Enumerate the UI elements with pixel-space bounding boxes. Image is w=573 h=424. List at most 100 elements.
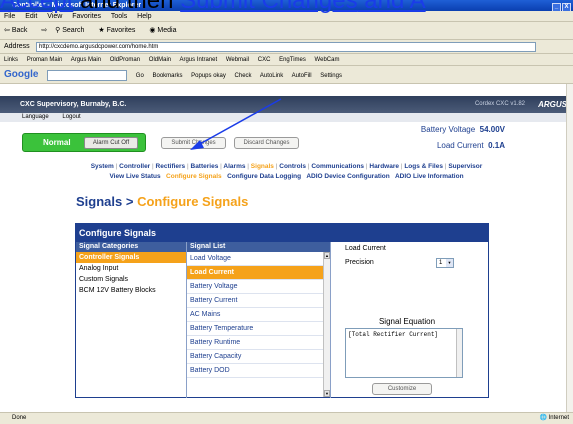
signal-equation-textarea[interactable]: [Total Rectifier Current]	[345, 328, 463, 378]
nav-batteries[interactable]: Batteries	[191, 163, 219, 170]
nav-rectifiers[interactable]: Rectifiers	[156, 163, 186, 170]
link-engtimes[interactable]: EngTimes	[279, 57, 306, 63]
chevron-down-icon[interactable]: ▼	[446, 259, 453, 267]
version-label: Cordex CXC v1.82	[474, 101, 525, 107]
address-label: Address	[4, 43, 30, 50]
signal-detail-column: Load Current Precision 1 ▼ Signal Equati…	[331, 242, 489, 398]
nav-communications[interactable]: Communications	[311, 163, 364, 170]
popups-button[interactable]: Popups okay	[191, 73, 226, 79]
nav-adio-device-config[interactable]: ADIO Device Configuration	[306, 173, 389, 180]
caption-post[interactable]: and A	[358, 0, 425, 14]
alarm-cut-off-button[interactable]: Alarm Cut Off	[84, 137, 138, 149]
nav-view-live-status[interactable]: View Live Status	[109, 173, 160, 180]
settings-button[interactable]: Settings	[320, 73, 342, 79]
nav-adio-live-info[interactable]: ADIO Live Information	[395, 173, 464, 180]
internet-zone: 🌐 Internet	[539, 415, 570, 421]
autofill-button[interactable]: AutoFill	[292, 73, 312, 79]
link-proman-main[interactable]: Proman Main	[27, 57, 63, 63]
signal-item[interactable]: Battery Current	[187, 294, 330, 308]
check-button[interactable]: Check	[235, 73, 252, 79]
signal-item[interactable]: Battery Runtime	[187, 336, 330, 350]
scroll-down-icon[interactable]: ▼	[324, 390, 330, 397]
signal-equation-text: [Total Rectifier Current]	[348, 331, 439, 338]
language-link[interactable]: Language	[22, 114, 49, 120]
selected-signal-name: Load Current	[345, 245, 386, 252]
bookmarks-button[interactable]: Bookmarks	[152, 73, 182, 79]
signal-item[interactable]: Battery Temperature	[187, 322, 330, 336]
category-item[interactable]: Analog Input	[76, 263, 186, 274]
battery-voltage-readout: Battery Voltage 54.00V	[360, 125, 505, 134]
category-item[interactable]: BCM 12V Battery Blocks	[76, 285, 186, 296]
load-current-readout: Load Current 0.1A	[360, 141, 505, 150]
brand-logo: ARGUS	[538, 100, 567, 109]
link-argus-intranet[interactable]: Argus Intranet	[179, 57, 217, 63]
browser-status-bar: Done 🌐 Internet	[0, 412, 573, 424]
discard-changes-button[interactable]: Discard Changes	[234, 137, 299, 149]
internet-zone-label: Internet	[548, 415, 569, 421]
signal-list-header: Signal List	[187, 242, 330, 252]
media-label: Media	[157, 27, 177, 34]
link-webmail[interactable]: Webmail	[226, 57, 249, 63]
caption-pre[interactable]: Accept	[0, 0, 73, 14]
precision-value: 1	[439, 260, 443, 266]
signal-item[interactable]: Battery Voltage	[187, 280, 330, 294]
main-nav-row1: System | Controller | Rectifiers | Batte…	[90, 163, 483, 170]
signal-list-column: Signal List Load Voltage Load Current Ba…	[187, 242, 331, 398]
customize-button[interactable]: Customize	[372, 383, 432, 395]
signal-item[interactable]: AC Mains	[187, 308, 330, 322]
signal-list-scrollbar[interactable]: ▲ ▼	[323, 252, 330, 397]
signal-item[interactable]: Battery Capacity	[187, 350, 330, 364]
address-bar: Address http://cxcdemo.argusdcpower.com/…	[0, 40, 573, 54]
forward-button[interactable]: ⇨	[41, 27, 47, 34]
page-scrollbar[interactable]	[566, 84, 573, 412]
caption-link[interactable]: Submit Changes	[180, 0, 357, 14]
link-argus-main[interactable]: Argus Main	[71, 57, 101, 63]
categories-header: Signal Categories	[76, 242, 186, 252]
nav-signals[interactable]: Signals	[251, 163, 274, 170]
configure-signals-panel: Configure Signals Signal Categories Cont…	[75, 223, 489, 398]
google-go-button[interactable]: Go	[136, 73, 144, 79]
favorites-button[interactable]: ★ Favorites	[98, 27, 141, 34]
link-oldproman[interactable]: OldProman	[110, 57, 140, 63]
signal-item[interactable]: Load Current	[187, 266, 330, 280]
nav-alarms[interactable]: Alarms	[223, 163, 245, 170]
site-header: CXC Supervisory, Burnaby, B.C. Cordex CX…	[0, 96, 573, 113]
logout-link[interactable]: Logout	[62, 114, 80, 120]
nav-logs-files[interactable]: Logs & Files	[404, 163, 443, 170]
link-cxc[interactable]: CXC	[258, 57, 271, 63]
nav-hardware[interactable]: Hardware	[369, 163, 399, 170]
browser-toolbar: ⇦ Back ⇨ ⚲ Search ★ Favorites ◉ Media	[0, 22, 573, 40]
nav-controls[interactable]: Controls	[279, 163, 306, 170]
google-logo: Google	[4, 69, 39, 80]
autolink-button[interactable]: AutoLink	[260, 73, 283, 79]
category-item[interactable]: Custom Signals	[76, 274, 186, 285]
precision-label: Precision	[345, 259, 374, 266]
nav-supervisor[interactable]: Supervisor	[448, 163, 482, 170]
scroll-up-icon[interactable]: ▲	[324, 252, 330, 259]
google-toolbar: Google Go Bookmarks Popups okay Check Au…	[0, 66, 573, 84]
google-search-input[interactable]	[47, 69, 128, 81]
back-label: Back	[11, 27, 28, 34]
address-input[interactable]: http://cxcdemo.argusdcpower.com/home.htm	[36, 42, 536, 52]
submit-changes-button[interactable]: Submit Changes	[161, 137, 226, 149]
equation-scrollbar[interactable]	[456, 329, 462, 377]
media-button[interactable]: ◉ Media	[149, 27, 182, 34]
status-text: Normal	[43, 138, 71, 147]
link-webcam[interactable]: WebCam	[315, 57, 340, 63]
back-button[interactable]: ⇦ Back	[4, 27, 33, 34]
page-title-accent: Configure Signals	[137, 194, 249, 209]
link-oldmain[interactable]: OldMain	[149, 57, 171, 63]
favorites-label: Favorites	[106, 27, 136, 34]
signal-categories-column: Signal Categories Controller Signals Ana…	[76, 242, 187, 398]
signal-item[interactable]: Battery DOD	[187, 364, 330, 378]
nav-configure-signals[interactable]: Configure Signals	[166, 173, 222, 180]
nav-configure-data-logging[interactable]: Configure Data Logging	[227, 173, 301, 180]
page-title: Signals > Configure Signals	[76, 194, 248, 209]
nav-system[interactable]: System	[91, 163, 114, 170]
nav-controller[interactable]: Controller	[119, 163, 150, 170]
battery-voltage-value: 54.00V	[479, 125, 505, 134]
precision-select[interactable]: 1 ▼	[436, 258, 454, 268]
signal-item[interactable]: Load Voltage	[187, 252, 330, 266]
search-button[interactable]: ⚲ Search	[55, 27, 90, 34]
category-item[interactable]: Controller Signals	[76, 252, 186, 263]
